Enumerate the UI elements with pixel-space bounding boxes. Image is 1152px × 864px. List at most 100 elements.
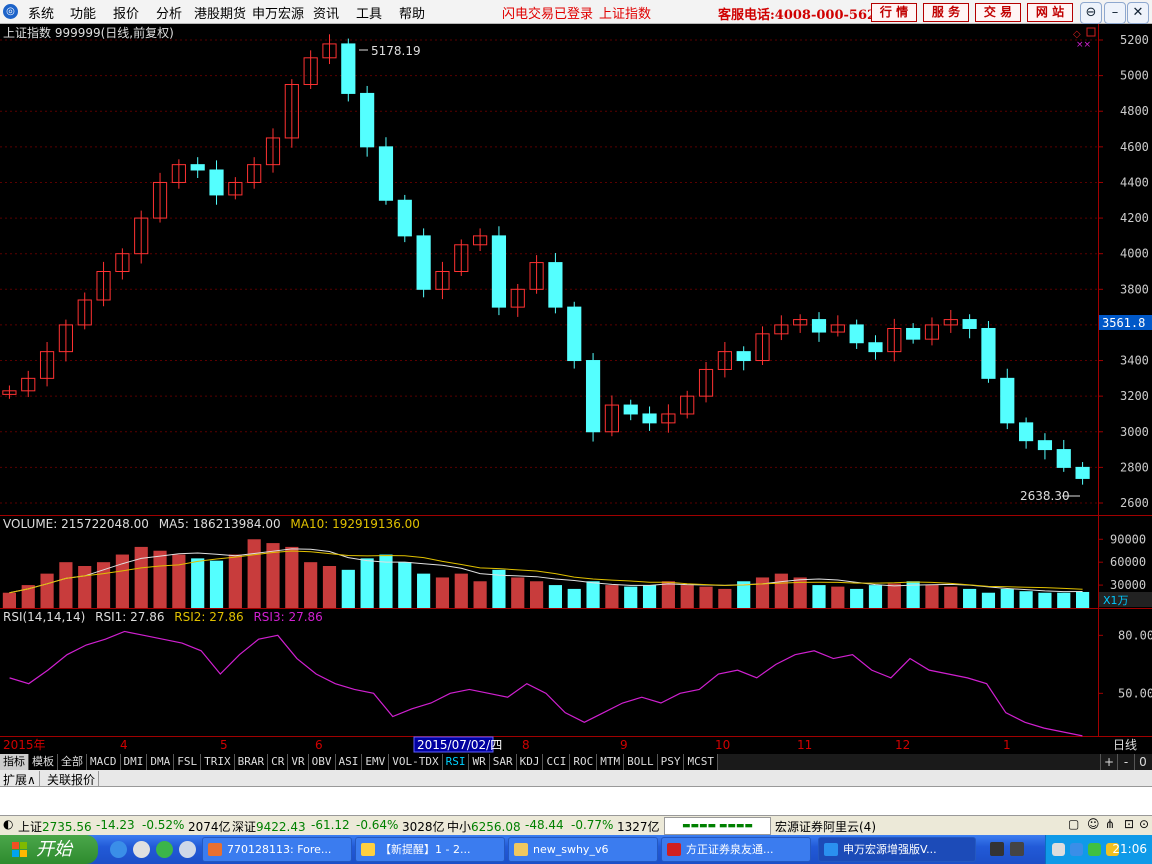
- indicator-tab[interactable]: MACD: [87, 754, 121, 770]
- volume-bar: [548, 585, 563, 608]
- zx-change: -48.44: [525, 818, 564, 832]
- menu-quote[interactable]: 报价: [113, 3, 139, 22]
- volume-bar: [850, 588, 864, 608]
- minimize-icon[interactable]: –: [1104, 2, 1126, 24]
- browser-icon[interactable]: [156, 841, 173, 858]
- price-axis-label: 4000: [1120, 247, 1149, 261]
- service-button[interactable]: 服 务: [923, 3, 969, 22]
- indicator-tab[interactable]: TRIX: [201, 754, 235, 770]
- candle-body: [416, 235, 431, 290]
- indicator-tab[interactable]: DMI: [120, 754, 148, 770]
- indicator-tab[interactable]: SAR: [489, 754, 517, 770]
- current-price: 3561.8: [1102, 316, 1145, 330]
- lock-icon[interactable]: ⊡: [1124, 817, 1134, 831]
- close-icon[interactable]: ✕: [1127, 2, 1149, 24]
- task-swhy[interactable]: 申万宏源增强版V...: [818, 837, 976, 862]
- indicator-tab[interactable]: WR: [469, 754, 490, 770]
- diamond-icon[interactable]: ◇: [1073, 29, 1081, 40]
- indicator-tab[interactable]: EMV: [362, 754, 390, 770]
- status-bar: ◐ 上证2735.56 -14.23 -0.52% 2074亿 深证9422.4…: [0, 815, 1152, 835]
- menu-swhy[interactable]: 申万宏源: [252, 3, 304, 22]
- indicator-tab[interactable]: MTM: [597, 754, 625, 770]
- menu-analysis[interactable]: 分析: [156, 3, 182, 22]
- task-fangzheng[interactable]: 方正证券泉友通...: [661, 837, 811, 862]
- menu-system[interactable]: 系统: [28, 3, 54, 22]
- tray-app-icon[interactable]: [1070, 843, 1083, 856]
- volume-bar: [944, 586, 958, 608]
- indicator-tab[interactable]: OBV: [308, 754, 336, 770]
- trade-button[interactable]: 交 易: [975, 3, 1021, 22]
- tray-arrow-icon[interactable]: [1052, 843, 1065, 856]
- indicator-control-button[interactable]: 0: [1134, 754, 1151, 770]
- index-link[interactable]: 上证指数: [599, 3, 651, 22]
- svg-text:RSI(14,14,14) RSI1: 27.86: RSI(14,14,14) RSI1: 27.86 RSI2: 27.86 RS…: [3, 610, 323, 624]
- tray-task-icon-2[interactable]: [1010, 842, 1024, 856]
- indicator-tab[interactable]: RSI: [442, 754, 470, 770]
- menu-hk-futures[interactable]: 港股期货: [194, 3, 246, 22]
- indicator-tab[interactable]: BRAR: [234, 754, 269, 770]
- menu-tools[interactable]: 工具: [356, 3, 382, 22]
- sh-index[interactable]: 上证2735.56: [18, 818, 92, 835]
- menu-function[interactable]: 功能: [70, 3, 96, 22]
- volume-bar: [2, 592, 17, 608]
- indicator-tab[interactable]: KDJ: [516, 754, 544, 770]
- volume-bar: [586, 581, 600, 608]
- restore-icon[interactable]: ⊖: [1080, 2, 1102, 24]
- indicator-tab[interactable]: 指标: [0, 754, 29, 770]
- quote-button[interactable]: 行 情: [871, 3, 917, 22]
- menu-help[interactable]: 帮助: [399, 3, 425, 22]
- volume-bar: [774, 573, 788, 608]
- related-quotes-button[interactable]: 关联报价: [44, 771, 100, 788]
- indicator-tab[interactable]: CR: [268, 754, 289, 770]
- expand-button[interactable]: 扩展∧: [0, 771, 40, 788]
- indicator-tab[interactable]: 模板: [29, 754, 58, 770]
- volume-bar: [228, 554, 242, 608]
- indicator-tab[interactable]: 全部: [58, 754, 87, 770]
- task-forum[interactable]: 770128113: Fore...: [202, 837, 352, 862]
- explorer-icon[interactable]: [133, 841, 150, 858]
- extension-bar: 扩展∧ 关联报价: [0, 770, 1152, 788]
- volume-axis-label: 90000: [1110, 532, 1146, 546]
- desktop-icon[interactable]: [179, 841, 196, 858]
- volume-bar: [624, 586, 638, 608]
- indicator-control-button[interactable]: -: [1117, 754, 1134, 770]
- candlestick-chart[interactable]: 5200500048004600440042004000380036003400…: [0, 24, 1152, 754]
- notepad-icon[interactable]: ▢: [1068, 817, 1079, 831]
- task-folder[interactable]: new_swhy_v6: [508, 837, 658, 862]
- candle-body: [906, 327, 921, 340]
- indicator-tab[interactable]: PSY: [657, 754, 685, 770]
- ie-icon[interactable]: [110, 841, 127, 858]
- indicator-control-button[interactable]: +: [1100, 754, 1117, 770]
- flash-trade-status[interactable]: 闪电交易已登录: [502, 3, 593, 22]
- zx-index[interactable]: 中小6256.08: [447, 818, 521, 835]
- sz-index[interactable]: 深证9422.43: [232, 818, 306, 835]
- website-button[interactable]: 网 站: [1027, 3, 1073, 22]
- price-axis-label: 2600: [1120, 496, 1149, 510]
- price-axis-label: 2800: [1120, 460, 1149, 474]
- period-label[interactable]: 日线: [1113, 738, 1137, 752]
- start-button[interactable]: 开始: [0, 835, 98, 864]
- tray-task-icon[interactable]: [990, 842, 1004, 856]
- indicator-tab[interactable]: MCST: [684, 754, 718, 770]
- indicator-tab[interactable]: DMA: [147, 754, 175, 770]
- person-icon[interactable]: ☺: [1087, 817, 1100, 831]
- rsi-axis-label: 80.00: [1118, 628, 1152, 642]
- menu-news[interactable]: 资讯: [313, 3, 339, 22]
- indicator-tab[interactable]: BOLL: [624, 754, 658, 770]
- indicator-tab[interactable]: VR: [288, 754, 309, 770]
- volume-bar: [209, 560, 224, 608]
- clock: 21:06: [1112, 842, 1147, 856]
- time-axis-label: 10: [715, 738, 730, 752]
- volume-bar: [59, 562, 73, 608]
- indicator-tab[interactable]: VOL-TDX: [389, 754, 443, 770]
- indicator-tab[interactable]: FSL: [174, 754, 202, 770]
- tray-security-icon[interactable]: [1088, 843, 1101, 856]
- settings-icon[interactable]: ⊙: [1139, 817, 1149, 831]
- indicator-tab[interactable]: CCI: [543, 754, 571, 770]
- indicator-tab[interactable]: ASI: [335, 754, 363, 770]
- indicator-tab[interactable]: ROC: [570, 754, 598, 770]
- blank-panel: [0, 787, 1152, 815]
- server-name[interactable]: 宏源证券阿里云(4): [775, 818, 876, 835]
- system-tray: 21:06: [1045, 835, 1152, 864]
- task-reminder[interactable]: 【新提醒】1 - 2...: [355, 837, 505, 862]
